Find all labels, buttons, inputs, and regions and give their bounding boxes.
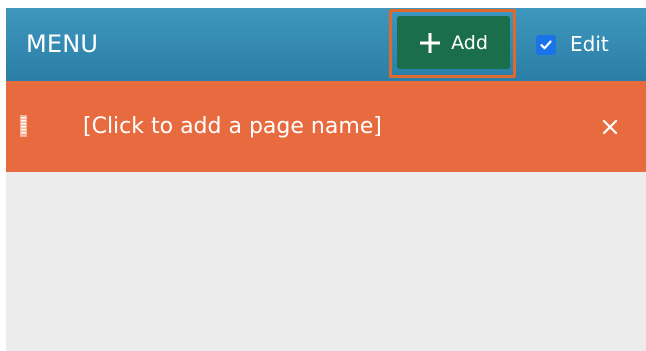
close-icon: [602, 119, 618, 135]
edit-checkbox[interactable]: [536, 35, 556, 55]
page-name-field[interactable]: [Click to add a page name]: [83, 81, 382, 172]
page-list-empty-area: [6, 172, 646, 351]
page-list-item[interactable]: [Click to add a page name]: [6, 81, 646, 172]
plus-icon: [419, 32, 441, 54]
menu-header: MENU Add Edit: [6, 8, 646, 81]
menu-panel: MENU Add Edit [Click to add a page name]: [6, 8, 646, 351]
drag-handle-icon[interactable]: [20, 115, 27, 137]
remove-page-button[interactable]: [596, 113, 624, 141]
add-button-label: Add: [451, 31, 488, 54]
add-page-button[interactable]: Add: [397, 16, 510, 69]
checkmark-icon: [540, 40, 552, 50]
edit-label[interactable]: Edit: [570, 8, 609, 81]
menu-title: MENU: [26, 30, 99, 58]
